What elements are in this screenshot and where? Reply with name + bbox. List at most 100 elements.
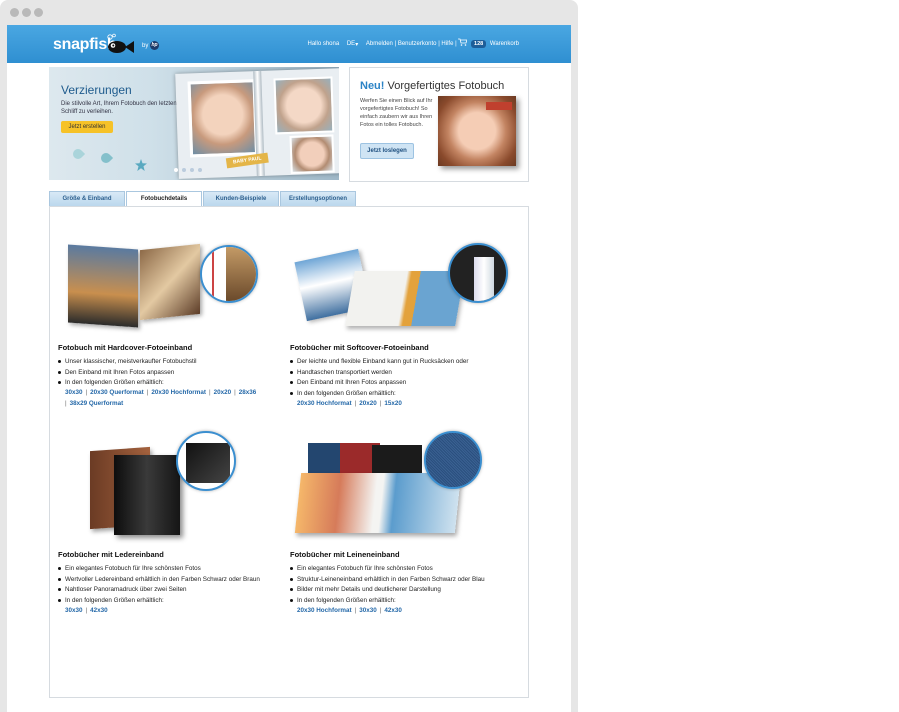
- window-maximize-dot[interactable]: [34, 8, 43, 17]
- spine-detail-circle: [448, 243, 508, 303]
- feature-item-continued: Handtaschen transportiert werden: [297, 368, 392, 376]
- size-links: 30x30 | 20x30 Querformat | 20x30 Hochformat |…: [65, 388, 256, 399]
- fish-logo-icon: [107, 33, 134, 53]
- window-minimize-dot[interactable]: [22, 8, 31, 17]
- linen-texture: [426, 433, 480, 487]
- product-feature-list: Ein elegantes Fotobuch für Ihre schönste…: [290, 564, 485, 606]
- carousel-dot[interactable]: [174, 168, 178, 172]
- heart-decoration-icon: [70, 146, 86, 162]
- size-links: 20x30 Hochformat | 20x20 | 15x20: [297, 399, 402, 410]
- feature-item: Den Einband mit Ihren Fotos anpassen: [290, 378, 469, 389]
- softcover-book-image: [290, 237, 512, 337]
- feature-item: Ein elegantes Fotobuch für Ihre schönste…: [290, 564, 485, 575]
- hardcover-book-image: [60, 237, 260, 337]
- banner-text: Die stilvolle Art, Ihrem Fotobuch den le…: [61, 101, 177, 115]
- leather-book-image: [80, 429, 250, 541]
- carousel-dot[interactable]: [190, 168, 194, 172]
- premade-photobook-banner[interactable]: Neu! Vorgefertigtes Fotobuch Werfen Sie …: [349, 67, 529, 182]
- product-title: Fotobücher mit Softcover-Fotoeinband: [290, 343, 429, 352]
- baby-photo: [289, 134, 335, 174]
- banner-text: Werfen Sie einen Blick auf Ihr vorgefert…: [360, 98, 433, 128]
- banner-title: Neu! Vorgefertigtes Fotobuch: [360, 80, 504, 92]
- banner-title: Verzierungen: [61, 83, 132, 97]
- size-links: 30x30 | 42x30: [65, 606, 108, 617]
- logo-by-text: by: [142, 43, 149, 49]
- nav-link-account[interactable]: Benutzerkonto: [398, 41, 437, 47]
- product-title: Fotobücher mit Leineneinband: [290, 550, 400, 559]
- feature-item: In den folgenden Größen erhältlich:: [290, 389, 469, 400]
- feature-item: Nahtloser Panoramadruck über zwei Seiten: [58, 585, 260, 596]
- size-link[interactable]: 20x30 Hochformat: [297, 607, 352, 614]
- book-cover: [68, 244, 138, 328]
- feature-item: Den Einband mit Ihren Fotos anpassen: [58, 368, 197, 379]
- window-close-dot[interactable]: [10, 8, 19, 17]
- feature-item: In den folgenden Größen erhältlich:: [58, 596, 260, 607]
- size-link[interactable]: 28x36: [239, 389, 257, 396]
- baby-photo: [273, 76, 335, 135]
- size-link[interactable]: 38x29 Querformat: [70, 400, 124, 407]
- carousel-dot[interactable]: [182, 168, 186, 172]
- new-label: Neu!: [360, 80, 385, 92]
- feature-item: Bilder mit mehr Details und deutlicherer…: [290, 585, 485, 596]
- nav-link-help[interactable]: Hilfe: [441, 41, 453, 47]
- size-link[interactable]: 20x20: [359, 400, 377, 407]
- spine-detail-circle: [424, 431, 482, 489]
- nav-separator: |: [455, 41, 457, 48]
- size-links: 20x30 Hochformat | 30x30 | 42x30: [297, 606, 402, 617]
- cart-link[interactable]: Warenkorb: [490, 41, 519, 47]
- size-link[interactable]: 30x30: [359, 607, 377, 614]
- size-link[interactable]: 15x20: [384, 400, 402, 407]
- cart-icon[interactable]: [458, 38, 468, 46]
- language-selector[interactable]: DE▾: [347, 41, 358, 48]
- size-link[interactable]: 20x30 Hochformat: [297, 400, 352, 407]
- embellishments-banner[interactable]: Verzierungen Die stilvolle Art, Ihrem Fo…: [49, 67, 339, 180]
- nav-separator: |: [394, 41, 397, 48]
- product-feature-list: Unser klassischer, meistverkaufter Fotob…: [58, 357, 197, 389]
- heart-decoration-icon: [98, 150, 114, 166]
- book-label: [486, 102, 512, 110]
- spine-photo: [226, 247, 256, 301]
- web-page: snapfish by hp Hallo shona DE▾ Abmelden …: [7, 25, 571, 712]
- greeting-text: Hallo shona: [307, 41, 340, 48]
- spine-detail-circle: [176, 431, 236, 491]
- size-link[interactable]: 42x30: [384, 607, 402, 614]
- black-leather-book: [114, 455, 180, 535]
- product-title: Fotobücher mit Ledereinband: [58, 550, 164, 559]
- site-header: snapfish by hp Hallo shona DE▾ Abmelden …: [7, 25, 571, 63]
- create-now-button[interactable]: Jetzt erstellen: [61, 121, 113, 133]
- spine-detail-circle: [200, 245, 258, 303]
- feature-item: Ein elegantes Fotobuch für Ihre schönste…: [58, 564, 260, 575]
- book-pages: [140, 243, 200, 321]
- feature-item: Wertvoller Ledereinband erhältlich in de…: [58, 575, 260, 586]
- baby-photobook-image: [438, 96, 516, 166]
- size-links: | 38x29 Querformat: [65, 399, 123, 410]
- feature-item: In den folgenden Größen erhältlich:: [58, 378, 197, 389]
- star-decoration-icon: [135, 159, 147, 171]
- feature-item: Struktur-Leineneinband erhältlich in den…: [290, 575, 485, 586]
- linen-book-image: [294, 429, 484, 541]
- top-nav: Hallo shona DE▾ Abmelden | Benutzerkonto…: [307, 38, 519, 49]
- size-separator: |: [85, 389, 88, 396]
- feature-item: Der leichte und flexible Einband kann gu…: [290, 357, 469, 368]
- size-separator: |: [234, 389, 236, 396]
- nav-link-logout[interactable]: Abmelden: [366, 41, 393, 47]
- size-link[interactable]: 30x30: [65, 607, 83, 614]
- nav-separator: |: [438, 41, 440, 48]
- browser-window: snapfish by hp Hallo shona DE▾ Abmelden …: [0, 0, 578, 712]
- carousel-dots[interactable]: [174, 168, 224, 172]
- chevron-down-icon: ▾: [355, 41, 359, 48]
- cart-count-badge: 128: [471, 40, 487, 49]
- tab-content-panel: Fotobuch mit Hardcover-Fotoeinband Unser…: [49, 206, 529, 698]
- language-code: DE: [346, 41, 356, 48]
- carousel-dot[interactable]: [198, 168, 202, 172]
- size-link[interactable]: 42x30: [90, 607, 108, 614]
- size-separator: |: [208, 389, 211, 396]
- size-link[interactable]: 20x20: [214, 389, 232, 396]
- get-started-button[interactable]: Jetzt loslegen: [360, 143, 414, 159]
- book-spine: [212, 247, 226, 301]
- feature-item: In den folgenden Größen erhältlich:: [290, 596, 485, 607]
- size-link[interactable]: 20x30 Querformat: [90, 389, 144, 396]
- size-link[interactable]: 30x30: [65, 389, 83, 396]
- size-link[interactable]: 20x30 Hochformat: [151, 389, 206, 396]
- product-feature-list: Der leichte und flexible Einband kann gu…: [290, 357, 469, 399]
